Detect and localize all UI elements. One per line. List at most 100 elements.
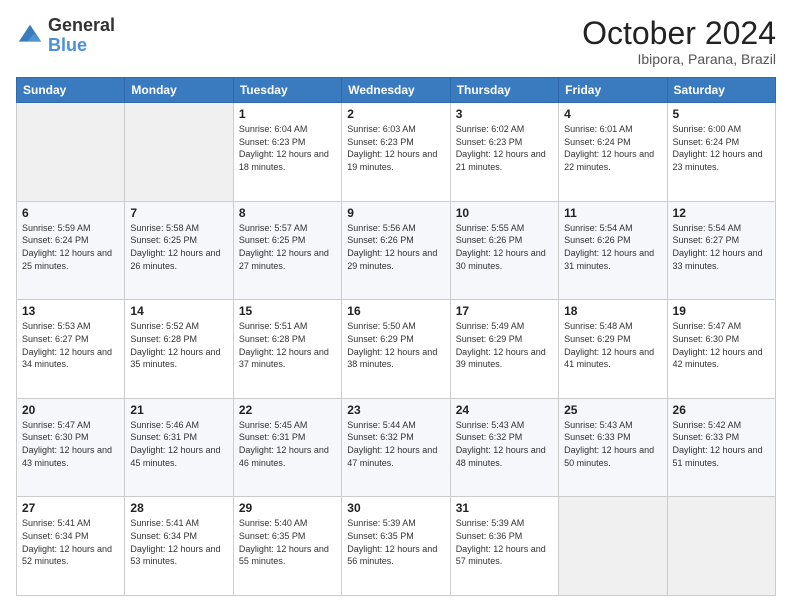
- col-sunday: Sunday: [17, 78, 125, 103]
- col-monday: Monday: [125, 78, 233, 103]
- calendar-week-row: 13Sunrise: 5:53 AM Sunset: 6:27 PM Dayli…: [17, 300, 776, 399]
- day-info: Sunrise: 5:57 AM Sunset: 6:25 PM Dayligh…: [239, 222, 336, 272]
- title-month: October 2024: [582, 16, 776, 51]
- day-info: Sunrise: 5:56 AM Sunset: 6:26 PM Dayligh…: [347, 222, 444, 272]
- day-number: 2: [347, 107, 444, 121]
- day-number: 4: [564, 107, 661, 121]
- day-info: Sunrise: 5:44 AM Sunset: 6:32 PM Dayligh…: [347, 419, 444, 469]
- day-number: 14: [130, 304, 227, 318]
- table-row: 4 Sunrise: 6:01 AM Sunset: 6:24 PM Daylig…: [559, 103, 667, 202]
- col-saturday: Saturday: [667, 78, 775, 103]
- day-number: 30: [347, 501, 444, 515]
- day-info: Sunrise: 5:43 AM Sunset: 6:32 PM Dayligh…: [456, 419, 553, 469]
- table-row: 16 Sunrise: 5:50 AM Sunset: 6:29 PM Dayli…: [342, 300, 450, 399]
- day-info: Sunrise: 5:47 AM Sunset: 6:30 PM Dayligh…: [22, 419, 119, 469]
- table-row: [17, 103, 125, 202]
- day-number: 28: [130, 501, 227, 515]
- day-number: 12: [673, 206, 770, 220]
- table-row: 8 Sunrise: 5:57 AM Sunset: 6:25 PM Daylig…: [233, 201, 341, 300]
- day-info: Sunrise: 5:50 AM Sunset: 6:29 PM Dayligh…: [347, 320, 444, 370]
- day-number: 21: [130, 403, 227, 417]
- day-info: Sunrise: 5:59 AM Sunset: 6:24 PM Dayligh…: [22, 222, 119, 272]
- table-row: 27Sunrise: 5:41 AM Sunset: 6:34 PM Dayli…: [17, 497, 125, 596]
- day-info: Sunrise: 5:54 AM Sunset: 6:26 PM Dayligh…: [564, 222, 661, 272]
- page: General Blue October 2024 Ibipora, Paran…: [0, 0, 792, 612]
- table-row: 19 Sunrise: 5:47 AM Sunset: 6:30 PM Dayli…: [667, 300, 775, 399]
- day-number: 13: [22, 304, 119, 318]
- header: General Blue October 2024 Ibipora, Paran…: [16, 16, 776, 67]
- day-number: 3: [456, 107, 553, 121]
- day-info: Sunrise: 5:54 AM Sunset: 6:27 PM Dayligh…: [673, 222, 770, 272]
- day-info: Sunrise: 5:45 AM Sunset: 6:31 PM Dayligh…: [239, 419, 336, 469]
- day-number: 20: [22, 403, 119, 417]
- logo-blue: Blue: [48, 35, 87, 55]
- day-number: 1: [239, 107, 336, 121]
- col-friday: Friday: [559, 78, 667, 103]
- table-row: 17 Sunrise: 5:49 AM Sunset: 6:29 PM Dayli…: [450, 300, 558, 399]
- calendar-header-row: Sunday Monday Tuesday Wednesday Thursday…: [17, 78, 776, 103]
- table-row: [125, 103, 233, 202]
- day-number: 19: [673, 304, 770, 318]
- calendar-table: Sunday Monday Tuesday Wednesday Thursday…: [16, 77, 776, 596]
- day-info: Sunrise: 5:49 AM Sunset: 6:29 PM Dayligh…: [456, 320, 553, 370]
- table-row: 21Sunrise: 5:46 AM Sunset: 6:31 PM Dayli…: [125, 398, 233, 497]
- day-number: 6: [22, 206, 119, 220]
- day-info: Sunrise: 5:58 AM Sunset: 6:25 PM Dayligh…: [130, 222, 227, 272]
- day-number: 8: [239, 206, 336, 220]
- table-row: 12 Sunrise: 5:54 AM Sunset: 6:27 PM Dayli…: [667, 201, 775, 300]
- table-row: [559, 497, 667, 596]
- day-info: Sunrise: 5:51 AM Sunset: 6:28 PM Dayligh…: [239, 320, 336, 370]
- table-row: 20 Sunrise: 5:47 AM Sunset: 6:30 PM Dayli…: [17, 398, 125, 497]
- day-info: Sunrise: 6:01 AM Sunset: 6:24 PM Dayligh…: [564, 123, 661, 173]
- day-info: Sunrise: 5:42 AM Sunset: 6:33 PM Dayligh…: [673, 419, 770, 469]
- table-row: 18Sunrise: 5:48 AM Sunset: 6:29 PM Dayli…: [559, 300, 667, 399]
- table-row: 5 Sunrise: 6:00 AM Sunset: 6:24 PM Daylig…: [667, 103, 775, 202]
- table-row: 9 Sunrise: 5:56 AM Sunset: 6:26 PM Daylig…: [342, 201, 450, 300]
- day-number: 25: [564, 403, 661, 417]
- day-info: Sunrise: 5:40 AM Sunset: 6:35 PM Dayligh…: [239, 517, 336, 567]
- day-number: 29: [239, 501, 336, 515]
- table-row: 25 Sunrise: 5:43 AM Sunset: 6:33 PM Dayli…: [559, 398, 667, 497]
- day-number: 11: [564, 206, 661, 220]
- day-number: 23: [347, 403, 444, 417]
- table-row: 28 Sunrise: 5:41 AM Sunset: 6:34 PM Dayli…: [125, 497, 233, 596]
- day-number: 18: [564, 304, 661, 318]
- day-number: 10: [456, 206, 553, 220]
- day-info: Sunrise: 5:39 AM Sunset: 6:36 PM Dayligh…: [456, 517, 553, 567]
- day-info: Sunrise: 6:00 AM Sunset: 6:24 PM Dayligh…: [673, 123, 770, 173]
- table-row: 7 Sunrise: 5:58 AM Sunset: 6:25 PM Daylig…: [125, 201, 233, 300]
- day-number: 17: [456, 304, 553, 318]
- table-row: 15Sunrise: 5:51 AM Sunset: 6:28 PM Dayli…: [233, 300, 341, 399]
- table-row: 3Sunrise: 6:02 AM Sunset: 6:23 PM Daylig…: [450, 103, 558, 202]
- day-info: Sunrise: 5:39 AM Sunset: 6:35 PM Dayligh…: [347, 517, 444, 567]
- logo-general: General: [48, 15, 115, 35]
- day-number: 9: [347, 206, 444, 220]
- day-number: 7: [130, 206, 227, 220]
- table-row: 29 Sunrise: 5:40 AM Sunset: 6:35 PM Dayli…: [233, 497, 341, 596]
- day-number: 5: [673, 107, 770, 121]
- col-tuesday: Tuesday: [233, 78, 341, 103]
- day-number: 22: [239, 403, 336, 417]
- day-info: Sunrise: 5:47 AM Sunset: 6:30 PM Dayligh…: [673, 320, 770, 370]
- day-info: Sunrise: 5:43 AM Sunset: 6:33 PM Dayligh…: [564, 419, 661, 469]
- day-info: Sunrise: 5:41 AM Sunset: 6:34 PM Dayligh…: [22, 517, 119, 567]
- col-wednesday: Wednesday: [342, 78, 450, 103]
- day-number: 24: [456, 403, 553, 417]
- table-row: 30 Sunrise: 5:39 AM Sunset: 6:35 PM Dayli…: [342, 497, 450, 596]
- title-block: October 2024 Ibipora, Parana, Brazil: [582, 16, 776, 67]
- table-row: 26Sunrise: 5:42 AM Sunset: 6:33 PM Dayli…: [667, 398, 775, 497]
- title-location: Ibipora, Parana, Brazil: [582, 51, 776, 67]
- table-row: 1Sunrise: 6:04 AM Sunset: 6:23 PM Daylig…: [233, 103, 341, 202]
- day-number: 16: [347, 304, 444, 318]
- calendar-week-row: 1Sunrise: 6:04 AM Sunset: 6:23 PM Daylig…: [17, 103, 776, 202]
- day-info: Sunrise: 6:03 AM Sunset: 6:23 PM Dayligh…: [347, 123, 444, 173]
- table-row: 23 Sunrise: 5:44 AM Sunset: 6:32 PM Dayli…: [342, 398, 450, 497]
- day-info: Sunrise: 5:41 AM Sunset: 6:34 PM Dayligh…: [130, 517, 227, 567]
- table-row: [667, 497, 775, 596]
- table-row: 11 Sunrise: 5:54 AM Sunset: 6:26 PM Dayli…: [559, 201, 667, 300]
- calendar-week-row: 27Sunrise: 5:41 AM Sunset: 6:34 PM Dayli…: [17, 497, 776, 596]
- logo-icon: [16, 22, 44, 50]
- col-thursday: Thursday: [450, 78, 558, 103]
- logo-text: General Blue: [48, 16, 115, 56]
- day-info: Sunrise: 5:52 AM Sunset: 6:28 PM Dayligh…: [130, 320, 227, 370]
